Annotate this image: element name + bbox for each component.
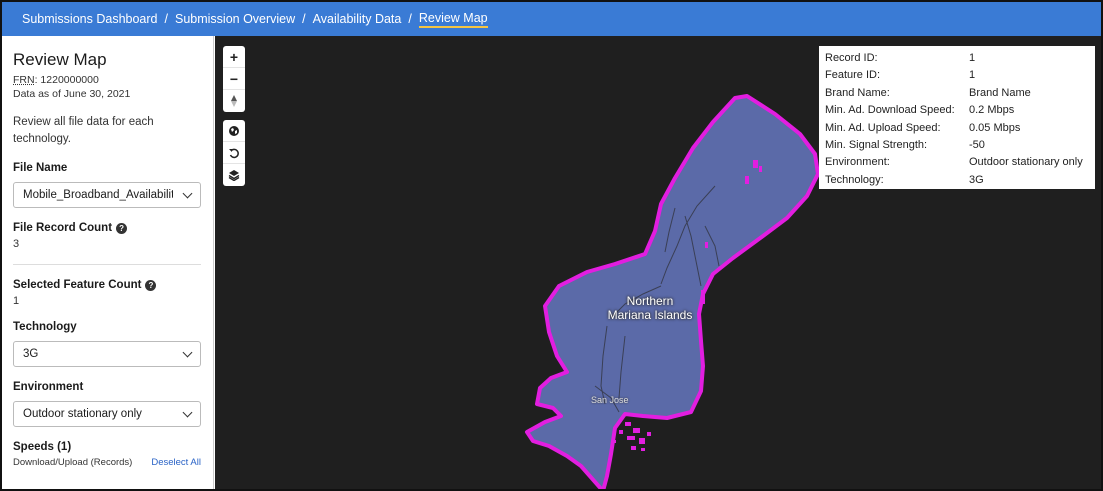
layers-icon xyxy=(228,170,240,181)
zoom-in-button[interactable]: + xyxy=(223,46,245,68)
speeds-subtitle: Download/Upload (Records) xyxy=(13,457,133,468)
breadcrumb-separator: / xyxy=(164,12,168,26)
sidebar: Review Map FRN: 1220000000 Data as of Ju… xyxy=(2,36,214,489)
environment-select[interactable]: Outdoor stationary only xyxy=(13,401,201,427)
rotate-ccw-icon xyxy=(229,148,239,158)
region-label-line2: Mariana Islands xyxy=(607,308,693,322)
selected-feature-count-value: 1 xyxy=(13,295,20,307)
file-name-select[interactable]: Mobile_Broadband_Availabilit xyxy=(13,182,201,208)
chevron-down-icon xyxy=(182,188,193,198)
town-label: San Jose xyxy=(591,395,629,405)
globe-icon xyxy=(229,125,239,136)
map-view[interactable]: + − Northern Mariana Islands San Jose Re… xyxy=(215,36,1101,489)
technology-label: Technology xyxy=(13,321,202,333)
breadcrumb-submissions-dashboard[interactable]: Submissions Dashboard xyxy=(22,12,158,26)
sidebar-description: Review all file data for each technology… xyxy=(13,116,154,145)
feature-info-row: Min. Ad. Download Speed: 0.2 Mbps xyxy=(825,102,1089,119)
feature-info-key: Technology: xyxy=(825,173,884,186)
speeds-label-text: Speeds (1) xyxy=(13,441,72,453)
feature-info-key: Feature ID: xyxy=(825,69,881,82)
reset-button[interactable] xyxy=(223,142,245,164)
speeds-label: Speeds (1) xyxy=(13,441,202,453)
breadcrumb-availability-data[interactable]: Availability Data xyxy=(313,12,402,26)
feature-info-value: 0.2 Mbps xyxy=(969,104,1015,117)
app-window: Submissions Dashboard / Submission Overv… xyxy=(0,0,1103,491)
region-label-line1: Northern xyxy=(626,294,674,308)
technology-label-text: Technology xyxy=(13,321,77,333)
environment-label-text: Environment xyxy=(13,381,84,393)
feature-info-table: Record ID: 1 Feature ID: 1 Brand Name: Brand … xyxy=(825,50,1089,189)
technology-select[interactable]: 3G xyxy=(13,341,201,367)
layers-button[interactable] xyxy=(223,164,245,186)
technology-select-value: 3G xyxy=(23,348,39,360)
deselect-all-link[interactable]: Deselect All xyxy=(151,457,201,468)
file-name-select-value: Mobile_Broadband_Availabilit xyxy=(23,189,173,201)
breadcrumb: Submissions Dashboard / Submission Overv… xyxy=(2,2,1101,36)
feature-info-key: Min. Ad. Upload Speed: xyxy=(825,121,941,134)
selected-feature-count-label: Selected Feature Count ? xyxy=(13,279,202,291)
feature-info-row: Record ID: 1 xyxy=(825,50,1089,67)
help-icon[interactable]: ? xyxy=(116,222,128,234)
feature-info-row: Feature ID: 1 xyxy=(825,67,1089,84)
feature-info-value: 3G xyxy=(969,173,984,186)
compass-button[interactable] xyxy=(223,90,245,112)
feature-info-key: Brand Name: xyxy=(825,86,890,99)
feature-info-key: Min. Signal Strength: xyxy=(825,139,928,152)
file-record-count-label-text: File Record Count xyxy=(13,222,113,234)
file-name-label: File Name xyxy=(13,162,202,174)
feature-info-row: Environment: Outdoor stationary only xyxy=(825,154,1089,171)
help-icon[interactable]: ? xyxy=(145,279,157,291)
breadcrumb-separator: / xyxy=(302,12,306,26)
file-name-label-text: File Name xyxy=(13,162,68,174)
feature-info-row: Technology: 3G xyxy=(825,172,1089,189)
feature-info-value: -50 xyxy=(969,139,985,152)
feature-info-key: Min. Ad. Download Speed: xyxy=(825,104,955,117)
chevron-down-icon xyxy=(182,347,193,357)
breadcrumb-review-map: Review Map xyxy=(418,11,488,28)
environment-select-value: Outdoor stationary only xyxy=(23,408,142,420)
feature-info-value: 1 xyxy=(969,69,976,82)
feature-info-row: Min. Ad. Upload Speed: 0.05 Mbps xyxy=(825,120,1089,137)
selected-feature-count-label-text: Selected Feature Count xyxy=(13,279,142,291)
feature-info-value: Brand Name xyxy=(969,86,1031,99)
compass-icon xyxy=(231,95,237,107)
zoom-controls: + − xyxy=(223,46,245,112)
feature-info-value: 0.05 Mbps xyxy=(969,121,1021,134)
data-as-of: Data as of June 30, 2021 xyxy=(13,88,131,100)
feature-info-key: Environment: xyxy=(825,156,890,169)
frn-line: FRN: 1220000000 xyxy=(13,73,202,87)
file-record-count-label: File Record Count ? xyxy=(13,222,202,234)
region-label: Northern Mariana Islands xyxy=(595,294,705,322)
speeds-row: Download/Upload (Records) Deselect All xyxy=(13,457,201,468)
page-title: Review Map xyxy=(13,50,107,69)
breadcrumb-separator: / xyxy=(408,12,412,26)
breadcrumb-submission-overview[interactable]: Submission Overview xyxy=(175,12,295,26)
feature-info-row: Min. Signal Strength: -50 xyxy=(825,137,1089,154)
chevron-down-icon xyxy=(182,407,193,417)
file-record-count-value: 3 xyxy=(13,238,20,250)
zoom-out-button[interactable]: − xyxy=(223,68,245,90)
feature-info-value: Outdoor stationary only xyxy=(969,156,1083,169)
divider xyxy=(13,264,201,265)
feature-info-popup: Record ID: 1 Feature ID: 1 Brand Name: Brand … xyxy=(819,46,1095,189)
environment-label: Environment xyxy=(13,381,202,393)
frn-value: : 1220000000 xyxy=(34,74,99,86)
feature-info-value: 1 xyxy=(969,52,976,64)
feature-info-row: Brand Name: Brand Name xyxy=(825,85,1089,102)
globe-button[interactable] xyxy=(223,120,245,142)
feature-info-key: Record ID: xyxy=(825,52,878,64)
map-tool-controls xyxy=(223,120,245,186)
frn-abbr: FRN xyxy=(13,74,35,86)
